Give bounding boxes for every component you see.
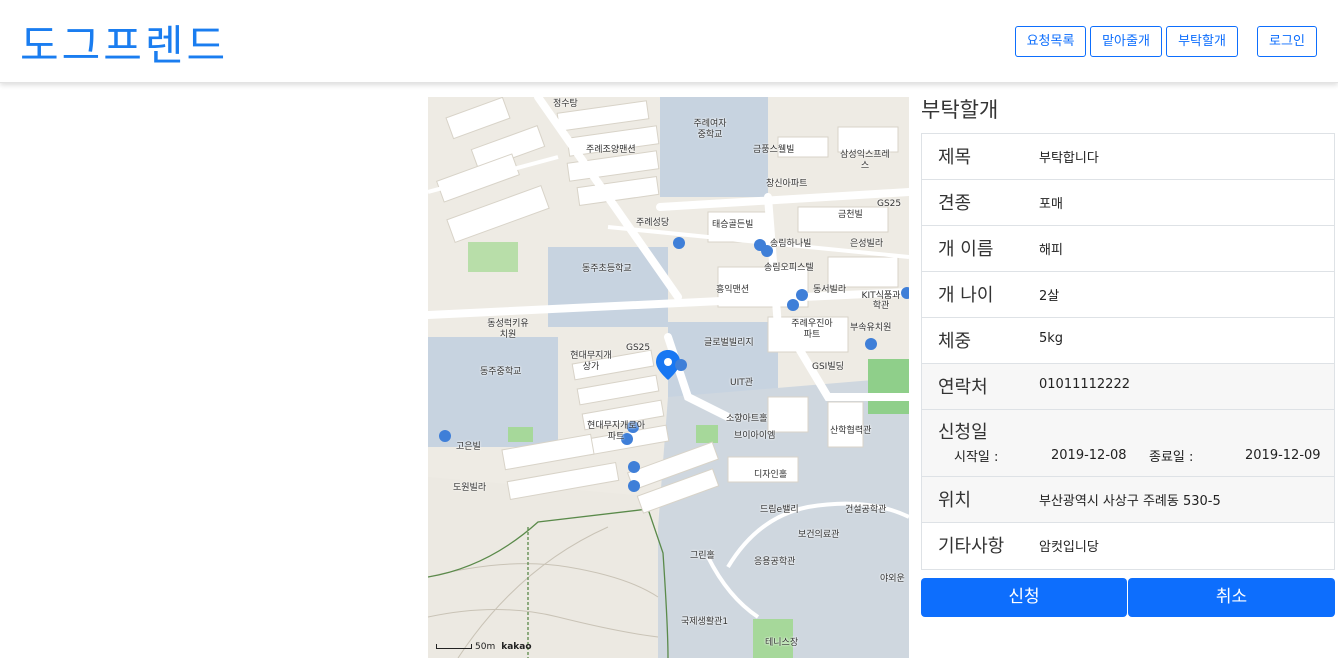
field-row-contact: 연락처 01011112222: [922, 364, 1334, 410]
map-label: 송림하나빌: [770, 239, 812, 249]
nav-sitter-button[interactable]: 맡아줄개: [1090, 26, 1162, 57]
map-label: KIT식품과학관: [861, 291, 901, 311]
map-label: 정수탕: [553, 99, 578, 109]
map-label: 건설공학관: [845, 505, 887, 515]
map-label: GS25: [626, 343, 651, 353]
submit-button[interactable]: 신청: [921, 578, 1127, 617]
map-label: 주례우진아파트: [791, 319, 833, 340]
map-label: 금천빌: [838, 210, 863, 220]
map-label: 보건의료관: [798, 530, 840, 540]
field-row-period: 신청일 시작일 : 2019-12-08 종료일 : 2019-12-09: [922, 410, 1334, 477]
field-label: 제목: [938, 147, 972, 168]
map-label: 은성빌라: [850, 239, 884, 249]
location-map[interactable]: 정수탕 주례여자중학교 주례조양맨션 금풍스웰빌 삼성익스프레스 창신아파트 주…: [428, 97, 909, 658]
field-row-breed: 견종 포매: [922, 180, 1334, 226]
map-label: 주례성당: [636, 218, 670, 228]
field-value: 포매: [1039, 197, 1063, 212]
map-label: 창신아파트: [766, 179, 808, 189]
field-value: 부산광역시 사상구 주례동 530-5: [1039, 494, 1221, 509]
map-label: 주례여자중학교: [693, 119, 727, 140]
map-label: 삼성익스프레스: [840, 150, 890, 171]
map-label: 응용공학관: [754, 557, 796, 567]
field-label: 기타사항: [938, 536, 1005, 557]
map-label: 소향아트홀: [726, 414, 768, 424]
field-label: 개 이름: [938, 239, 994, 260]
map-label: 그린홀: [690, 551, 715, 561]
field-row-location: 위치 부산광역시 사상구 주례동 530-5: [922, 477, 1334, 523]
map-label: 주례조양맨션: [586, 145, 636, 155]
field-label: 견종: [938, 193, 972, 214]
field-row-weight: 체중 5kg: [922, 318, 1334, 364]
form-title: 부탁할개: [921, 98, 999, 122]
map-scale: 50m kakao: [436, 642, 532, 652]
map-label: 도원빌라: [453, 483, 487, 493]
field-label: 개 나이: [938, 285, 994, 306]
start-date-value: 2019-12-08: [1051, 448, 1127, 463]
field-value: 부탁합니다: [1039, 151, 1099, 166]
map-label: GS25: [877, 199, 902, 209]
map-label: GSI빌딩: [812, 362, 844, 372]
map-label: 태승골든빌: [712, 220, 754, 230]
map-label: 동서빌라: [813, 285, 847, 295]
start-date-label: 시작일 :: [954, 450, 999, 465]
nav-request-dog-button[interactable]: 부탁할개: [1166, 26, 1238, 57]
field-row-dog-age: 개 나이 2살: [922, 272, 1334, 318]
field-value: 01011112222: [1039, 377, 1130, 392]
map-label: 디자인홀: [754, 470, 788, 480]
request-details-table: 제목 부탁합니다 견종 포매 개 이름 해피 개 나이 2살 체중 5kg 연락…: [921, 133, 1335, 570]
login-button[interactable]: 로그인: [1257, 26, 1317, 57]
map-label: 부속유치원: [850, 323, 892, 333]
end-date-value: 2019-12-09: [1245, 448, 1321, 463]
map-label: 산학협력관: [830, 426, 872, 436]
map-label: 야외운: [880, 574, 905, 584]
map-canvas: [428, 97, 909, 658]
brand-logo-text[interactable]: 도그프렌드: [20, 12, 228, 73]
map-label: 글로벌빌리지: [704, 338, 754, 348]
field-value: 해피: [1039, 243, 1063, 258]
map-label: 브이아이엠: [734, 431, 776, 441]
field-row-dog-name: 개 이름 해피: [922, 226, 1334, 272]
map-label: 동주중학교: [480, 367, 522, 377]
map-label: 국제생활관1: [681, 617, 729, 627]
map-label: 송림오피스텔: [764, 263, 814, 273]
map-label: 고은빌: [456, 442, 481, 452]
field-value: 5kg: [1039, 331, 1064, 346]
map-label: 금풍스웰빌: [753, 145, 795, 155]
map-label: UIT관: [730, 378, 754, 388]
field-row-notes: 기타사항 암컷입니당: [922, 523, 1334, 569]
field-label: 체중: [938, 331, 972, 352]
field-label: 연락처: [938, 377, 988, 398]
field-label: 위치: [938, 490, 972, 511]
map-label: 테니스장: [765, 638, 799, 648]
map-label: 흥익맨션: [716, 285, 750, 295]
cancel-button[interactable]: 취소: [1128, 578, 1335, 617]
map-label: 동주초등학교: [582, 264, 632, 274]
end-date-label: 종료일 :: [1149, 450, 1194, 465]
field-label: 신청일: [938, 422, 988, 443]
field-value: 2살: [1039, 289, 1060, 304]
map-label: 드림e밸리: [760, 505, 799, 515]
top-navbar: 도그프렌드 요청목록 맡아줄개 부탁할개 로그인: [0, 0, 1338, 83]
map-label: 동성럭키유치원: [487, 319, 529, 340]
field-value: 암컷입니당: [1039, 540, 1099, 555]
field-row-title: 제목 부탁합니다: [922, 134, 1334, 180]
map-label: 현대무지개로아파트: [587, 421, 645, 442]
nav-request-list-button[interactable]: 요청목록: [1015, 26, 1086, 57]
map-label: 현대무지개상가: [570, 351, 612, 372]
map-attribution: kakao: [501, 642, 532, 652]
